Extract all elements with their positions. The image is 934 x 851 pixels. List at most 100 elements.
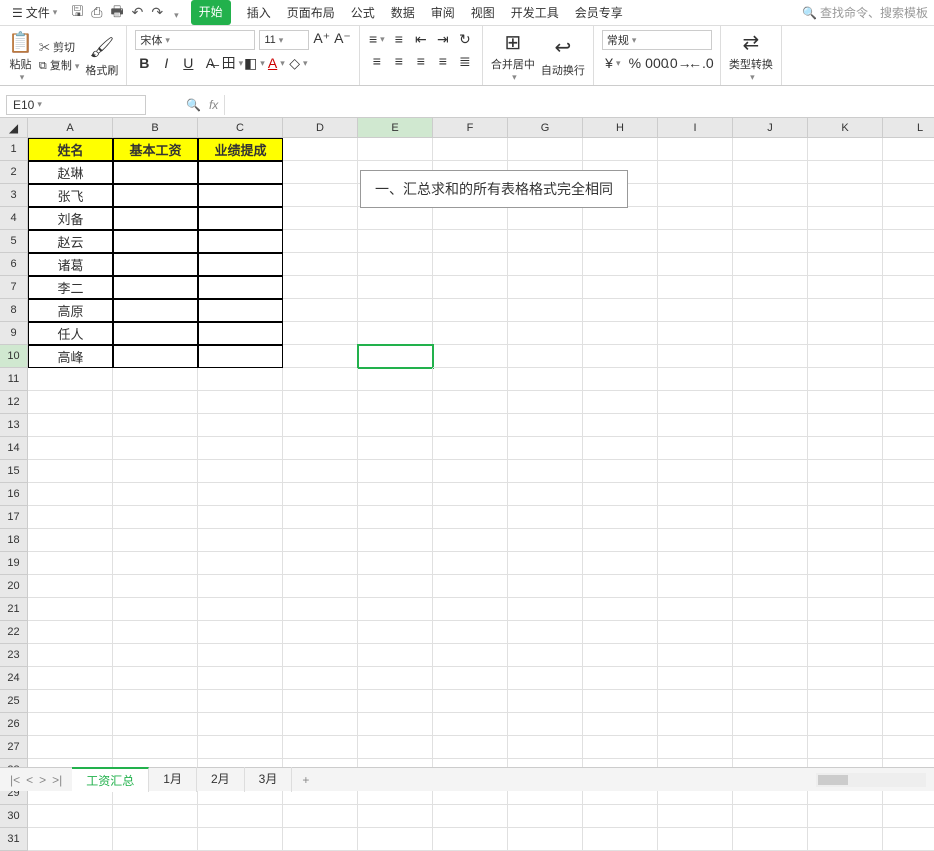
cell-I9[interactable] xyxy=(658,322,733,345)
cell-K4[interactable] xyxy=(808,207,883,230)
italic-button[interactable]: I xyxy=(157,54,175,72)
cell-H6[interactable] xyxy=(583,253,658,276)
col-header-K[interactable]: K xyxy=(808,118,883,138)
cell-F19[interactable] xyxy=(433,552,508,575)
cell-F14[interactable] xyxy=(433,437,508,460)
increase-indent-button[interactable]: ⇥ xyxy=(434,30,452,48)
cell-K12[interactable] xyxy=(808,391,883,414)
cell-E15[interactable] xyxy=(358,460,433,483)
cell-E25[interactable] xyxy=(358,690,433,713)
cell-B18[interactable] xyxy=(113,529,198,552)
align-left-button[interactable]: ≡ xyxy=(368,52,386,70)
cell-H25[interactable] xyxy=(583,690,658,713)
cell-J30[interactable] xyxy=(733,805,808,828)
save-icon[interactable]: 🖫 xyxy=(71,1,83,25)
cell-C9[interactable] xyxy=(198,322,283,345)
row-header-10[interactable]: 10 xyxy=(0,345,28,368)
bold-button[interactable]: B xyxy=(135,54,153,72)
row-header-16[interactable]: 16 xyxy=(0,483,28,506)
cell-F12[interactable] xyxy=(433,391,508,414)
cell-A24[interactable] xyxy=(28,667,113,690)
cut-button[interactable]: ✂ 剪切 xyxy=(39,39,79,55)
cell-J7[interactable] xyxy=(733,276,808,299)
cell-H4[interactable] xyxy=(583,207,658,230)
fill-color-button[interactable]: ◧ xyxy=(245,54,263,72)
cell-F9[interactable] xyxy=(433,322,508,345)
cell-G22[interactable] xyxy=(508,621,583,644)
cell-L9[interactable] xyxy=(883,322,934,345)
cell-B3[interactable] xyxy=(113,184,198,207)
cell-E27[interactable] xyxy=(358,736,433,759)
cell-J11[interactable] xyxy=(733,368,808,391)
cell-F25[interactable] xyxy=(433,690,508,713)
format-painter-button[interactable]: 🖌格式刷 xyxy=(85,34,118,78)
cell-C31[interactable] xyxy=(198,828,283,851)
paste-button[interactable]: 📋粘贴 xyxy=(8,28,33,83)
cell-L21[interactable] xyxy=(883,598,934,621)
cell-D30[interactable] xyxy=(283,805,358,828)
cell-A12[interactable] xyxy=(28,391,113,414)
cell-G27[interactable] xyxy=(508,736,583,759)
cell-J8[interactable] xyxy=(733,299,808,322)
cell-I13[interactable] xyxy=(658,414,733,437)
cell-E30[interactable] xyxy=(358,805,433,828)
cell-D13[interactable] xyxy=(283,414,358,437)
cell-K25[interactable] xyxy=(808,690,883,713)
comma-button[interactable]: 000 xyxy=(648,54,666,72)
decrease-decimal-button[interactable]: ←.0 xyxy=(692,54,710,72)
cell-B19[interactable] xyxy=(113,552,198,575)
cell-J14[interactable] xyxy=(733,437,808,460)
cell-E9[interactable] xyxy=(358,322,433,345)
cell-B21[interactable] xyxy=(113,598,198,621)
file-menu[interactable]: ☰ 文件 xyxy=(6,2,63,23)
align-center-button[interactable]: ≡ xyxy=(390,52,408,70)
fx-label[interactable]: fx xyxy=(209,98,218,112)
cell-D17[interactable] xyxy=(283,506,358,529)
cell-K20[interactable] xyxy=(808,575,883,598)
scrollbar-thumb[interactable] xyxy=(818,775,848,785)
cell-F26[interactable] xyxy=(433,713,508,736)
cell-L31[interactable] xyxy=(883,828,934,851)
row-header-7[interactable]: 7 xyxy=(0,276,28,299)
cell-I1[interactable] xyxy=(658,138,733,161)
cell-E6[interactable] xyxy=(358,253,433,276)
cell-E5[interactable] xyxy=(358,230,433,253)
increase-font-icon[interactable]: A⁺ xyxy=(313,30,330,50)
sheet-prev-icon[interactable]: < xyxy=(26,773,33,787)
cell-C30[interactable] xyxy=(198,805,283,828)
cell-D15[interactable] xyxy=(283,460,358,483)
cell-B8[interactable] xyxy=(113,299,198,322)
cell-H14[interactable] xyxy=(583,437,658,460)
cell-D6[interactable] xyxy=(283,253,358,276)
cell-J13[interactable] xyxy=(733,414,808,437)
cell-C13[interactable] xyxy=(198,414,283,437)
cell-I4[interactable] xyxy=(658,207,733,230)
cell-L24[interactable] xyxy=(883,667,934,690)
cell-I25[interactable] xyxy=(658,690,733,713)
horizontal-scrollbar[interactable] xyxy=(816,773,926,787)
cell-A4[interactable]: 刘备 xyxy=(28,207,113,230)
row-header-20[interactable]: 20 xyxy=(0,575,28,598)
cell-H22[interactable] xyxy=(583,621,658,644)
cell-I21[interactable] xyxy=(658,598,733,621)
cell-G13[interactable] xyxy=(508,414,583,437)
tab-member[interactable]: 会员专享 xyxy=(575,0,623,25)
cell-D1[interactable] xyxy=(283,138,358,161)
cell-C8[interactable] xyxy=(198,299,283,322)
cell-H23[interactable] xyxy=(583,644,658,667)
cell-B20[interactable] xyxy=(113,575,198,598)
row-header-17[interactable]: 17 xyxy=(0,506,28,529)
cell-G11[interactable] xyxy=(508,368,583,391)
decrease-indent-button[interactable]: ⇤ xyxy=(412,30,430,48)
qat-more[interactable] xyxy=(171,5,179,21)
cell-H16[interactable] xyxy=(583,483,658,506)
cell-D22[interactable] xyxy=(283,621,358,644)
cell-J3[interactable] xyxy=(733,184,808,207)
col-header-D[interactable]: D xyxy=(283,118,358,138)
cell-C2[interactable] xyxy=(198,161,283,184)
cell-C15[interactable] xyxy=(198,460,283,483)
cell-D27[interactable] xyxy=(283,736,358,759)
cell-C10[interactable] xyxy=(198,345,283,368)
cell-J1[interactable] xyxy=(733,138,808,161)
cell-A21[interactable] xyxy=(28,598,113,621)
